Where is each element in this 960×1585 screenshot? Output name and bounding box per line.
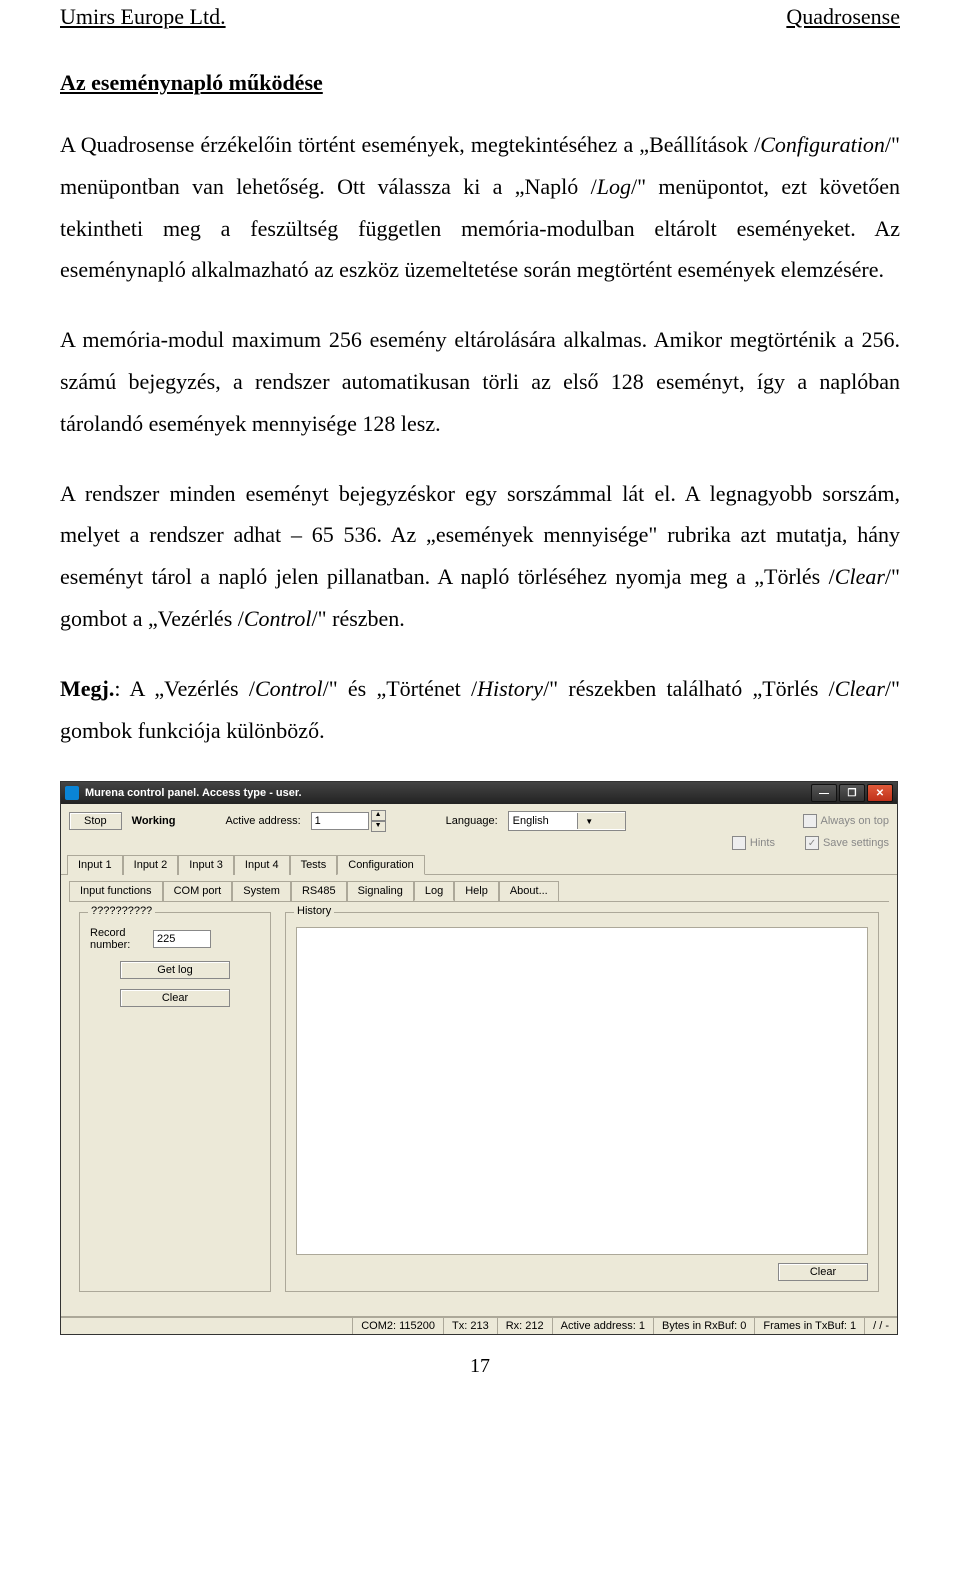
sub-tabs: Input functions COM port System RS485 Si… — [61, 875, 897, 901]
subtab-com-port[interactable]: COM port — [163, 881, 233, 901]
subtab-signaling[interactable]: Signaling — [347, 881, 414, 901]
active-address-label: Active address: — [225, 815, 300, 827]
app-icon — [65, 786, 79, 800]
document-header: Umirs Europe Ltd. Quadrosense — [60, 0, 900, 30]
minimize-button[interactable]: — — [811, 784, 837, 802]
history-listbox[interactable] — [296, 927, 868, 1255]
history-clear-button[interactable]: Clear — [778, 1263, 868, 1281]
window-title: Murena control panel. Access type - user… — [85, 787, 811, 799]
language-label: Language: — [446, 815, 498, 827]
active-address-field[interactable]: ▲▼ — [311, 810, 386, 832]
record-number-input[interactable] — [153, 930, 211, 948]
checkbox-box-icon — [803, 814, 817, 828]
status-date: / / - — [865, 1318, 897, 1334]
stop-button[interactable]: Stop — [69, 812, 122, 830]
paragraph-2: A memória-modul maximum 256 esemény eltá… — [60, 319, 900, 444]
tab-input-3[interactable]: Input 3 — [178, 855, 234, 875]
checkbox-box-icon — [732, 836, 746, 850]
history-group-title: History — [294, 905, 334, 917]
always-on-top-checkbox[interactable]: Always on top — [803, 814, 889, 828]
record-group-title: ?????????? — [88, 905, 155, 917]
status-rxbuf: Bytes in RxBuf: 0 — [654, 1318, 755, 1334]
paragraph-3: A rendszer minden eseményt bejegyzéskor … — [60, 473, 900, 640]
subtab-input-functions[interactable]: Input functions — [69, 881, 163, 901]
status-txbuf: Frames in TxBuf: 1 — [755, 1318, 865, 1334]
record-groupbox: ?????????? Record number: Get log Clear — [79, 912, 271, 1292]
clear-button[interactable]: Clear — [120, 989, 230, 1007]
maximize-button[interactable]: ❐ — [839, 784, 865, 802]
app-window: Murena control panel. Access type - user… — [60, 781, 898, 1335]
subtab-about[interactable]: About... — [499, 881, 559, 901]
toolbar: Stop Working Active address: ▲▼ Language… — [61, 804, 897, 836]
tab-tests[interactable]: Tests — [290, 855, 338, 875]
section-title: Az eseménynapló működése — [60, 70, 900, 96]
main-tabs: Input 1 Input 2 Input 3 Input 4 Tests Co… — [61, 854, 897, 875]
tab-configuration[interactable]: Configuration — [337, 855, 424, 875]
status-label: Working — [132, 815, 176, 827]
status-bar: COM2: 115200 Tx: 213 Rx: 212 Active addr… — [61, 1317, 897, 1334]
paragraph-4: Megj.: A „Vezérlés /Control/" és „Történ… — [60, 668, 900, 752]
header-left: Umirs Europe Ltd. — [60, 4, 226, 30]
page-number: 17 — [60, 1355, 900, 1378]
title-bar: Murena control panel. Access type - user… — [61, 782, 897, 804]
tab-input-1[interactable]: Input 1 — [67, 855, 123, 875]
hints-checkbox[interactable]: Hints — [732, 836, 775, 850]
paragraph-1: A Quadrosense érzékelőin történt esemény… — [60, 124, 900, 291]
status-active-addr: Active address: 1 — [553, 1318, 654, 1334]
save-settings-checkbox[interactable]: ✓ Save settings — [805, 836, 889, 850]
tab-input-2[interactable]: Input 2 — [123, 855, 179, 875]
checkbox-box-icon: ✓ — [805, 836, 819, 850]
log-panel: ?????????? Record number: Get log Clear … — [69, 901, 889, 1302]
history-groupbox: History Clear — [285, 912, 879, 1292]
language-dropdown[interactable]: English ▼ — [508, 811, 626, 831]
status-empty — [61, 1318, 353, 1334]
subtab-rs485[interactable]: RS485 — [291, 881, 347, 901]
subtab-help[interactable]: Help — [454, 881, 499, 901]
chevron-down-icon[interactable]: ▼ — [577, 813, 625, 829]
status-com: COM2: 115200 — [353, 1318, 444, 1334]
status-tx: Tx: 213 — [444, 1318, 498, 1334]
tab-input-4[interactable]: Input 4 — [234, 855, 290, 875]
subtab-system[interactable]: System — [232, 881, 291, 901]
spinner-arrows-icon[interactable]: ▲▼ — [371, 810, 386, 832]
subtab-log[interactable]: Log — [414, 881, 454, 901]
get-log-button[interactable]: Get log — [120, 961, 230, 979]
close-button[interactable]: ✕ — [867, 784, 893, 802]
status-rx: Rx: 212 — [498, 1318, 553, 1334]
header-right: Quadrosense — [786, 4, 900, 30]
record-number-label: Record number: — [90, 927, 145, 951]
